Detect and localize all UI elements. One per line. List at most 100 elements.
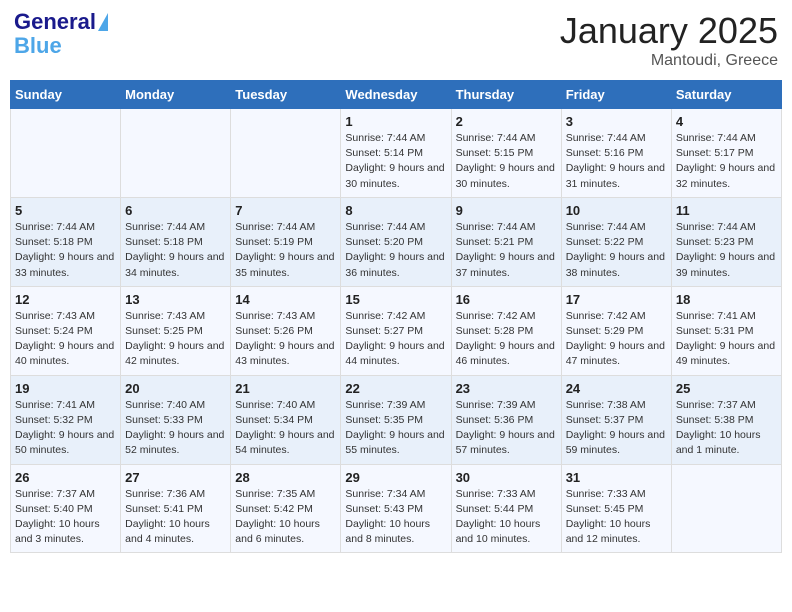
weekday-header-sunday: Sunday <box>11 81 121 109</box>
day-info: Sunrise: 7:42 AMSunset: 5:27 PMDaylight:… <box>345 309 446 370</box>
day-number: 26 <box>15 470 116 485</box>
day-info: Sunrise: 7:43 AMSunset: 5:26 PMDaylight:… <box>235 309 336 370</box>
day-info: Sunrise: 7:37 AMSunset: 5:38 PMDaylight:… <box>676 398 777 459</box>
calendar-cell: 24 Sunrise: 7:38 AMSunset: 5:37 PMDayligh… <box>561 375 671 464</box>
day-info: Sunrise: 7:37 AMSunset: 5:40 PMDaylight:… <box>15 487 116 548</box>
day-info: Sunrise: 7:38 AMSunset: 5:37 PMDaylight:… <box>566 398 667 459</box>
day-info: Sunrise: 7:35 AMSunset: 5:42 PMDaylight:… <box>235 487 336 548</box>
weekday-header-row: SundayMondayTuesdayWednesdayThursdayFrid… <box>11 81 782 109</box>
calendar-cell <box>231 109 341 198</box>
day-info: Sunrise: 7:44 AMSunset: 5:20 PMDaylight:… <box>345 220 446 281</box>
week-row-1: 1 Sunrise: 7:44 AMSunset: 5:14 PMDaylight… <box>11 109 782 198</box>
day-info: Sunrise: 7:39 AMSunset: 5:35 PMDaylight:… <box>345 398 446 459</box>
calendar-cell: 14 Sunrise: 7:43 AMSunset: 5:26 PMDayligh… <box>231 286 341 375</box>
calendar-cell: 2 Sunrise: 7:44 AMSunset: 5:15 PMDaylight… <box>451 109 561 198</box>
day-info: Sunrise: 7:42 AMSunset: 5:28 PMDaylight:… <box>456 309 557 370</box>
calendar-cell: 29Sunrise: 7:34 AMSunset: 5:43 PMDayligh… <box>341 464 451 553</box>
day-number: 28 <box>235 470 336 485</box>
day-info: Sunrise: 7:42 AMSunset: 5:29 PMDaylight:… <box>566 309 667 370</box>
day-info: Sunrise: 7:44 AMSunset: 5:17 PMDaylight:… <box>676 131 777 192</box>
day-number: 23 <box>456 381 557 396</box>
calendar-cell: 17 Sunrise: 7:42 AMSunset: 5:29 PMDayligh… <box>561 286 671 375</box>
calendar-cell: 16 Sunrise: 7:42 AMSunset: 5:28 PMDayligh… <box>451 286 561 375</box>
week-row-3: 12 Sunrise: 7:43 AMSunset: 5:24 PMDayligh… <box>11 286 782 375</box>
week-row-2: 5Sunrise: 7:44 AMSunset: 5:18 PMDaylight… <box>11 197 782 286</box>
calendar-cell: 25 Sunrise: 7:37 AMSunset: 5:38 PMDayligh… <box>671 375 781 464</box>
day-number: 29 <box>345 470 446 485</box>
day-info: Sunrise: 7:40 AMSunset: 5:33 PMDaylight:… <box>125 398 226 459</box>
page-header: General Blue January 2025 Mantoudi, Gree… <box>10 10 782 70</box>
logo: General Blue <box>14 10 108 58</box>
calendar-cell: 5Sunrise: 7:44 AMSunset: 5:18 PMDaylight… <box>11 197 121 286</box>
day-info: Sunrise: 7:41 AMSunset: 5:32 PMDaylight:… <box>15 398 116 459</box>
day-info: Sunrise: 7:33 AMSunset: 5:45 PMDaylight:… <box>566 487 667 548</box>
calendar-cell: 30Sunrise: 7:33 AMSunset: 5:44 PMDayligh… <box>451 464 561 553</box>
day-number: 31 <box>566 470 667 485</box>
calendar-cell <box>11 109 121 198</box>
calendar-table: SundayMondayTuesdayWednesdayThursdayFrid… <box>10 80 782 553</box>
weekday-header-wednesday: Wednesday <box>341 81 451 109</box>
day-number: 16 <box>456 292 557 307</box>
calendar-cell: 22 Sunrise: 7:39 AMSunset: 5:35 PMDayligh… <box>341 375 451 464</box>
day-number: 18 <box>676 292 777 307</box>
logo-general: General <box>14 10 96 34</box>
weekday-header-friday: Friday <box>561 81 671 109</box>
calendar-cell: 26 Sunrise: 7:37 AMSunset: 5:40 PMDayligh… <box>11 464 121 553</box>
day-info: Sunrise: 7:40 AMSunset: 5:34 PMDaylight:… <box>235 398 336 459</box>
calendar-cell: 11Sunrise: 7:44 AMSunset: 5:23 PMDayligh… <box>671 197 781 286</box>
day-number: 1 <box>345 114 446 129</box>
day-number: 7 <box>235 203 336 218</box>
weekday-header-tuesday: Tuesday <box>231 81 341 109</box>
calendar-cell: 19 Sunrise: 7:41 AMSunset: 5:32 PMDayligh… <box>11 375 121 464</box>
calendar-cell: 12 Sunrise: 7:43 AMSunset: 5:24 PMDayligh… <box>11 286 121 375</box>
calendar-cell: 18Sunrise: 7:41 AMSunset: 5:31 PMDayligh… <box>671 286 781 375</box>
calendar-cell: 10 Sunrise: 7:44 AMSunset: 5:22 PMDayligh… <box>561 197 671 286</box>
week-row-4: 19 Sunrise: 7:41 AMSunset: 5:32 PMDayligh… <box>11 375 782 464</box>
day-number: 21 <box>235 381 336 396</box>
day-info: Sunrise: 7:44 AMSunset: 5:18 PMDaylight:… <box>15 220 116 281</box>
calendar-cell <box>671 464 781 553</box>
day-number: 2 <box>456 114 557 129</box>
day-number: 30 <box>456 470 557 485</box>
calendar-cell: 20 Sunrise: 7:40 AMSunset: 5:33 PMDayligh… <box>121 375 231 464</box>
day-number: 19 <box>15 381 116 396</box>
day-number: 20 <box>125 381 226 396</box>
day-info: Sunrise: 7:44 AMSunset: 5:21 PMDaylight:… <box>456 220 557 281</box>
title-block: January 2025 Mantoudi, Greece <box>560 10 778 70</box>
logo-blue: Blue <box>14 34 62 58</box>
day-number: 22 <box>345 381 446 396</box>
day-info: Sunrise: 7:44 AMSunset: 5:16 PMDaylight:… <box>566 131 667 192</box>
calendar-cell: 27Sunrise: 7:36 AMSunset: 5:41 PMDayligh… <box>121 464 231 553</box>
weekday-header-monday: Monday <box>121 81 231 109</box>
day-number: 6 <box>125 203 226 218</box>
calendar-cell: 13Sunrise: 7:43 AMSunset: 5:25 PMDayligh… <box>121 286 231 375</box>
calendar-cell: 7Sunrise: 7:44 AMSunset: 5:19 PMDaylight… <box>231 197 341 286</box>
day-info: Sunrise: 7:43 AMSunset: 5:25 PMDaylight:… <box>125 309 226 370</box>
day-info: Sunrise: 7:44 AMSunset: 5:22 PMDaylight:… <box>566 220 667 281</box>
day-info: Sunrise: 7:44 AMSunset: 5:14 PMDaylight:… <box>345 131 446 192</box>
calendar-cell: 8 Sunrise: 7:44 AMSunset: 5:20 PMDaylight… <box>341 197 451 286</box>
calendar-cell: 9 Sunrise: 7:44 AMSunset: 5:21 PMDaylight… <box>451 197 561 286</box>
day-number: 17 <box>566 292 667 307</box>
day-number: 24 <box>566 381 667 396</box>
day-info: Sunrise: 7:44 AMSunset: 5:15 PMDaylight:… <box>456 131 557 192</box>
weekday-header-saturday: Saturday <box>671 81 781 109</box>
day-number: 14 <box>235 292 336 307</box>
week-row-5: 26 Sunrise: 7:37 AMSunset: 5:40 PMDayligh… <box>11 464 782 553</box>
day-number: 9 <box>456 203 557 218</box>
day-number: 10 <box>566 203 667 218</box>
day-number: 4 <box>676 114 777 129</box>
day-number: 15 <box>345 292 446 307</box>
month-title: January 2025 <box>560 10 778 52</box>
day-number: 8 <box>345 203 446 218</box>
day-number: 25 <box>676 381 777 396</box>
day-info: Sunrise: 7:43 AMSunset: 5:24 PMDaylight:… <box>15 309 116 370</box>
day-info: Sunrise: 7:44 AMSunset: 5:18 PMDaylight:… <box>125 220 226 281</box>
location: Mantoudi, Greece <box>560 52 778 70</box>
calendar-cell: 1 Sunrise: 7:44 AMSunset: 5:14 PMDaylight… <box>341 109 451 198</box>
day-number: 27 <box>125 470 226 485</box>
calendar-cell: 15 Sunrise: 7:42 AMSunset: 5:27 PMDayligh… <box>341 286 451 375</box>
calendar-cell: 6 Sunrise: 7:44 AMSunset: 5:18 PMDaylight… <box>121 197 231 286</box>
day-info: Sunrise: 7:44 AMSunset: 5:23 PMDaylight:… <box>676 220 777 281</box>
day-number: 12 <box>15 292 116 307</box>
